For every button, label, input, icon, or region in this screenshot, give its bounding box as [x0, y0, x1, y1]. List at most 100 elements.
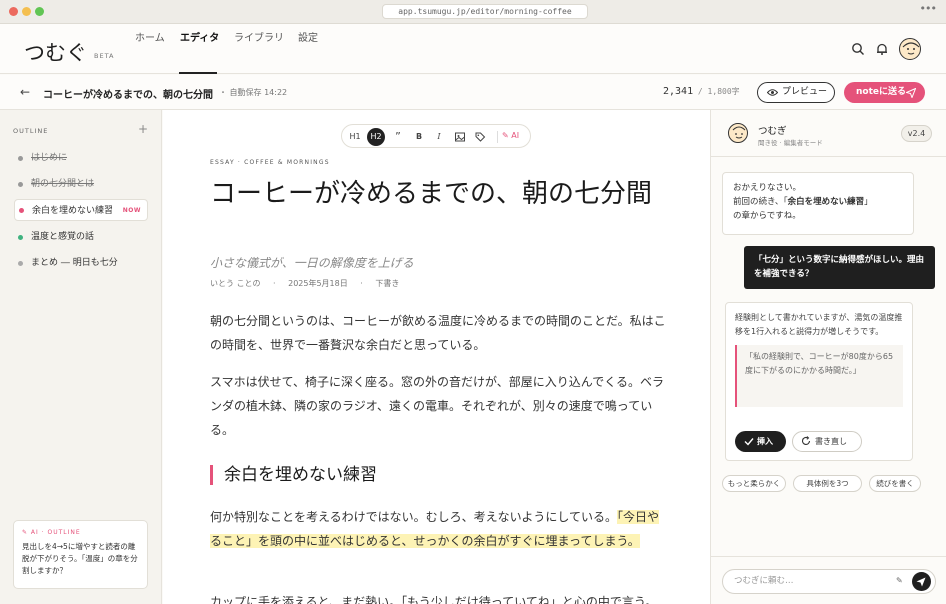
- bell-icon[interactable]: [875, 42, 889, 56]
- suggestion-card: 経験則として書かれていますが、湯気の温度推移を1行入れると説得力が増しそうです。…: [725, 302, 913, 461]
- assistant-greeting: の章からですね。: [733, 211, 801, 221]
- suggestion-text: 経験則として書かれていますが、湯気の温度推移を1行入れると説得力が増しそうです。: [735, 313, 903, 336]
- section-heading[interactable]: 余白を埋めない練習: [210, 465, 377, 485]
- italic-button[interactable]: I: [432, 130, 446, 144]
- rewrite-button[interactable]: 書き直し: [792, 431, 862, 452]
- close-window-icon[interactable]: [9, 7, 18, 16]
- outline-item[interactable]: 朝の七分間とは: [14, 173, 148, 195]
- search-icon[interactable]: [851, 42, 865, 56]
- nav-settings[interactable]: 設定: [298, 29, 318, 44]
- outline-item[interactable]: まとめ ― 明日も七分: [14, 252, 148, 274]
- suggestion-chip[interactable]: 続びを書く: [869, 475, 921, 492]
- minimize-window-icon[interactable]: [22, 7, 31, 16]
- user-message: 「七分」という数字に納得感がほしい。理由を補強できる？: [744, 246, 935, 289]
- quote-button[interactable]: ”: [391, 130, 405, 144]
- ai-outline-suggestion[interactable]: ✎ AI · OUTLINE 見出しを4→5に増やすと読者の離脱が下がりそう。「…: [13, 520, 148, 589]
- sparkle-icon[interactable]: ✎: [896, 576, 903, 585]
- user-avatar[interactable]: [899, 38, 921, 60]
- outline-sidebar: OUTLINE + はじめに 朝の七分間とは 余白を埋めない練習 NOW 温度と感…: [0, 110, 162, 604]
- insert-label: 挿入: [757, 437, 773, 446]
- bold-button[interactable]: B: [412, 130, 426, 144]
- app-header: つむぐ BETA ホーム エディタ ライブラリ 設定: [0, 24, 946, 74]
- eye-icon: [767, 89, 778, 96]
- paragraph-text: 何か特別なことを考えるわけではない。むしろ、考えないようにしている。: [210, 510, 618, 524]
- beta-badge: BETA: [94, 52, 115, 60]
- outline-item-active[interactable]: 余白を埋めない練習 NOW: [14, 199, 148, 221]
- insert-button[interactable]: 挿入: [735, 431, 786, 452]
- ai-outline-heading: ✎ AI · OUTLINE: [22, 529, 81, 536]
- suggestion-chip[interactable]: もっと柔らかく: [722, 475, 786, 492]
- publish-date: 2025年5月18日: [288, 279, 348, 288]
- autosave-status: ・ 自動保存 14:22: [219, 88, 288, 97]
- tag-icon[interactable]: [473, 130, 487, 144]
- maximize-window-icon[interactable]: [35, 7, 44, 16]
- character-count: 2,341 / 1,800字: [663, 86, 740, 97]
- address-bar[interactable]: app.tsumugu.jp/editor/morning-coffee: [382, 4, 588, 19]
- meta-separator: ·: [360, 279, 363, 288]
- ai-outline-text: 見出しを4→5に増やすと読者の離脱が下がりそう。「温度」の章を分割しますか？: [22, 542, 138, 575]
- send-to-note-label: noteに送る: [856, 87, 906, 97]
- paragraph[interactable]: 何か特別なことを考えるわけではない。むしろ、考えないようにしている。「今日やるこ…: [210, 505, 670, 553]
- check-icon: [744, 438, 754, 446]
- paper-plane-icon: [906, 88, 916, 98]
- author-name: いとう ことの: [210, 279, 261, 288]
- paragraph[interactable]: 朝の七分間というのは、コーヒーが飲める温度に冷めるまでの時間のことだ。私はこの時…: [210, 309, 670, 357]
- article-meta: いとう ことの · 2025年5月18日 · 下書き: [210, 278, 409, 289]
- nav-editor[interactable]: エディタ: [180, 29, 219, 44]
- assistant-greeting: 前回の続き、「余白を埋めない練習」: [733, 195, 903, 209]
- bullet-icon: [18, 235, 23, 240]
- outline-item[interactable]: はじめに: [14, 147, 148, 169]
- assistant-greeting: おかえりなさい。: [733, 183, 802, 193]
- outline-item[interactable]: 温度と感覚の話: [14, 226, 148, 248]
- outline-item-label: まとめ ― 明日も七分: [31, 258, 118, 268]
- bullet-icon: [18, 182, 23, 187]
- article-title[interactable]: コーヒーが冷めるまでの、朝の七分間: [210, 176, 660, 212]
- paper-plane-icon: [916, 577, 926, 587]
- character-limit: / 1,800字: [693, 87, 740, 96]
- article-category: ESSAY · COFFEE & MORNINGS: [210, 159, 330, 166]
- assistant-panel: つむぎ 聞き役 · 編集者モード v2.4 おかえりなさい。 前回の続き、「余白…: [710, 110, 946, 604]
- back-arrow-icon[interactable]: ←: [20, 85, 30, 99]
- preview-button[interactable]: プレビュー: [757, 82, 835, 103]
- browser-chrome: app.tsumugu.jp/editor/morning-coffee •••: [0, 0, 946, 24]
- character-count-value: 2,341: [663, 86, 694, 97]
- refresh-icon: [801, 436, 811, 445]
- meta-separator: ·: [273, 279, 276, 288]
- paragraph[interactable]: スマホは伏せて、椅子に深く座る。窓の外の音だけが、部屋に入り込んでくる。ベランダ…: [210, 370, 670, 442]
- version-badge[interactable]: v2.4: [901, 125, 932, 142]
- nav-library[interactable]: ライブラリ: [234, 29, 284, 44]
- bullet-icon: [19, 208, 24, 213]
- suggested-quote: 「私の経験則で、コーヒーが80度から65度に下がるのにかかる時間だ。」: [735, 345, 903, 407]
- send-message-button[interactable]: [912, 572, 931, 591]
- ai-assist-button[interactable]: ✎ AI: [502, 131, 519, 140]
- chat-footer: つむぎに頼む… ✎: [711, 556, 946, 604]
- outline-item-label: 余白を埋めない練習: [32, 206, 114, 216]
- app-logo[interactable]: つむぐ: [24, 37, 87, 67]
- bullet-icon: [18, 261, 23, 266]
- assistant-avatar: [728, 123, 748, 143]
- nav-active-indicator: [179, 72, 217, 74]
- image-icon[interactable]: [453, 130, 467, 144]
- paragraph[interactable]: カップに手を添えると、まだ熱い。「もう少しだけ待っていてね」と心の中で言う。: [210, 590, 670, 604]
- heading2-button[interactable]: H2: [367, 128, 385, 146]
- browser-menu-icon[interactable]: •••: [920, 2, 937, 15]
- now-badge: NOW: [122, 207, 141, 214]
- assistant-greeting-prefix: 前回の続き、「: [733, 197, 788, 207]
- article-subtitle[interactable]: 小さな儀式が、一日の解像度を上げる: [210, 254, 414, 271]
- outline-heading: OUTLINE: [13, 127, 49, 135]
- assistant-message: おかえりなさい。 前回の続き、「余白を埋めない練習」 の章からですね。: [722, 172, 914, 235]
- send-to-note-button[interactable]: noteに送る: [844, 82, 925, 103]
- document-title[interactable]: コーヒーが冷めるまでの、朝の七分間: [43, 86, 213, 101]
- nav-home[interactable]: ホーム: [135, 29, 165, 44]
- add-section-icon[interactable]: +: [138, 122, 148, 136]
- outline-item-label: 朝の七分間とは: [31, 179, 95, 189]
- document-bar: ← コーヒーが冷めるまでの、朝の七分間 ・ 自動保存 14:22 2,341 /…: [0, 75, 946, 110]
- editor-canvas[interactable]: H1 H2 ” B I ✎ AI ESSAY · COFFEE & MORNIN…: [163, 110, 710, 604]
- heading1-button[interactable]: H1: [348, 130, 362, 144]
- draft-status: 下書き: [375, 279, 400, 288]
- chat-input[interactable]: つむぎに頼む…: [722, 569, 936, 594]
- assistant-greeting-chapter: 余白を埋めない練習: [787, 197, 865, 207]
- outline-item-label: はじめに: [31, 153, 68, 163]
- suggestion-chip[interactable]: 具体例を3つ: [793, 475, 862, 492]
- rewrite-label: 書き直し: [815, 437, 847, 446]
